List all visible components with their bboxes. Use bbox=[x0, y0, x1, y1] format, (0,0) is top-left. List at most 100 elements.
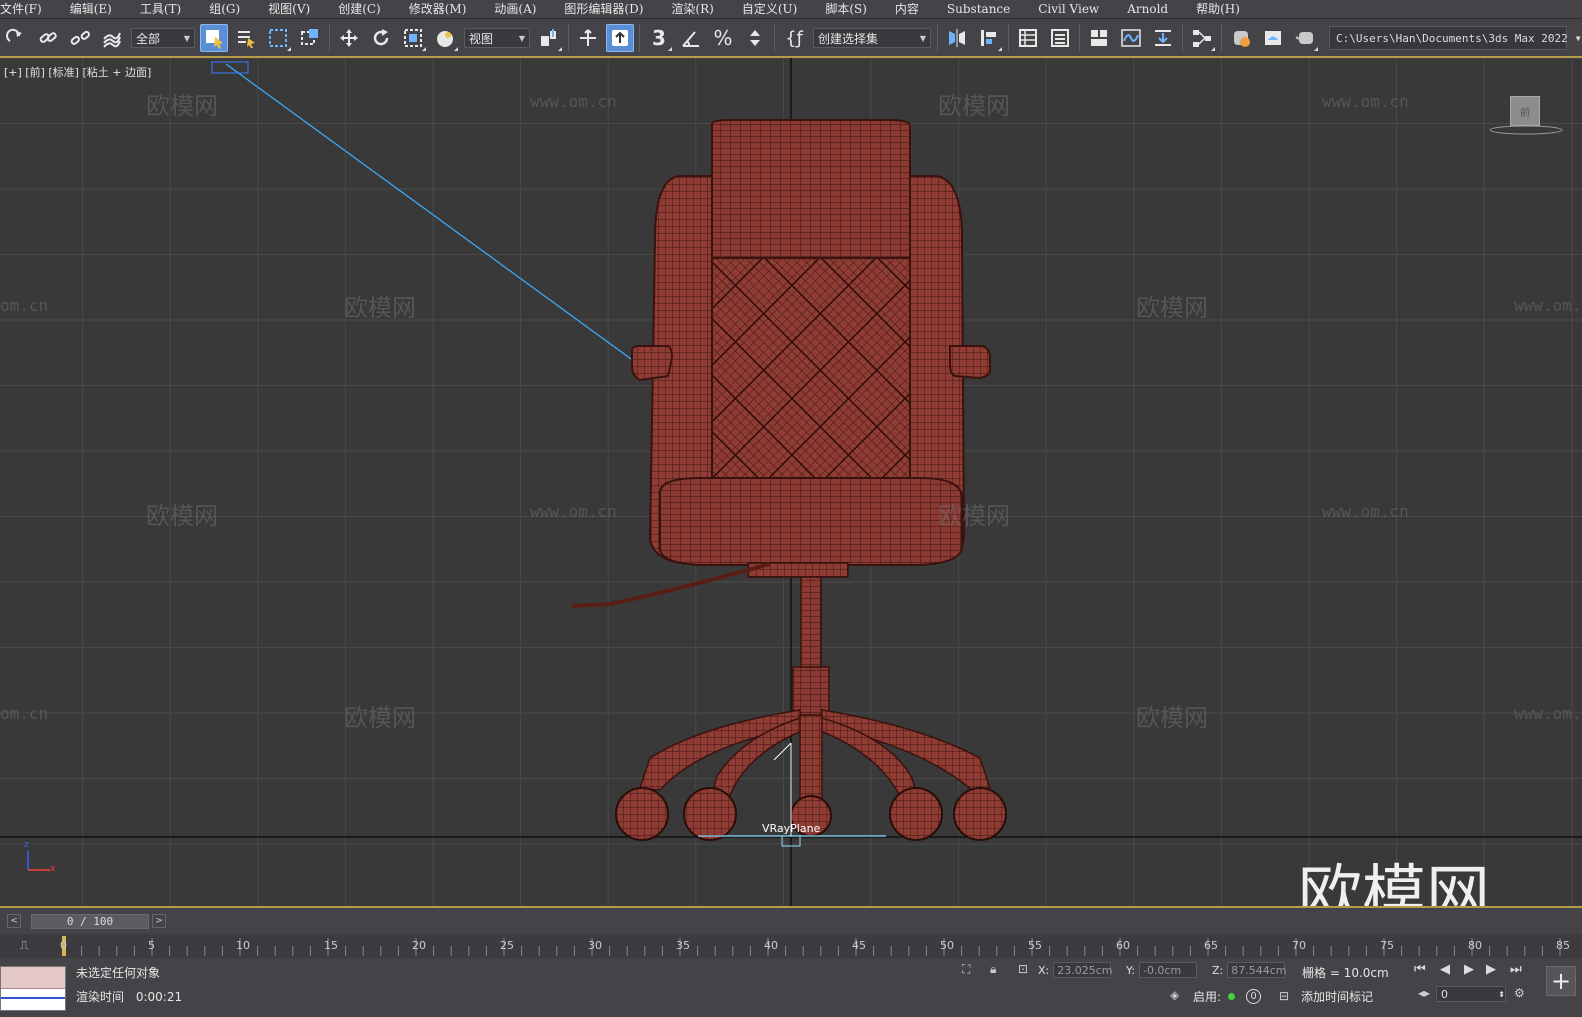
rect-selection-region-icon[interactable] bbox=[264, 24, 292, 52]
named-selection-dropdown[interactable]: 创建选择集 ▼ bbox=[813, 28, 931, 48]
menu-item-14[interactable]: Civil View bbox=[1024, 0, 1113, 19]
menu-item-9[interactable]: 渲染(R) bbox=[657, 0, 727, 19]
viewport-label[interactable]: [+] [前] [标准] [粘土 + 边面] bbox=[4, 64, 151, 80]
menu-item-4[interactable]: 视图(V) bbox=[254, 0, 324, 19]
edit-named-selection-icon[interactable]: {ƒ bbox=[780, 24, 808, 52]
timeline-tick-label: 20 bbox=[412, 939, 426, 952]
prev-frame-icon[interactable]: ◀︎ bbox=[1440, 962, 1450, 977]
place-icon[interactable] bbox=[431, 24, 459, 52]
toolbar-separator bbox=[1182, 24, 1183, 52]
time-slider-thumb[interactable]: 0 / 100 bbox=[31, 913, 149, 929]
project-path-field[interactable]: C:\Users\Han\Documents\3ds Max 2022 ▼ bbox=[1329, 26, 1581, 50]
select-by-name-icon[interactable] bbox=[232, 24, 260, 52]
goto-start-icon[interactable]: ⏮ bbox=[1414, 962, 1426, 977]
frame-counter: 0 / 100 bbox=[66, 914, 114, 928]
time-slider-next-button[interactable]: > bbox=[152, 914, 166, 928]
menu-item-16[interactable]: 帮助(H) bbox=[1182, 0, 1254, 19]
add-time-tag-button[interactable]: 添加时间标记 bbox=[1301, 988, 1373, 1005]
align-icon[interactable] bbox=[975, 24, 1003, 52]
move-icon[interactable] bbox=[335, 24, 363, 52]
front-viewport[interactable]: [+] [前] [标准] [粘土 + 边面] 前 欧模网 www.om.cn 欧… bbox=[0, 58, 1582, 906]
window-crossing-icon[interactable] bbox=[296, 24, 324, 52]
select-manipulate-icon[interactable] bbox=[574, 24, 602, 52]
watermark: 欧模网 bbox=[938, 502, 1010, 530]
menu-item-0[interactable]: 文件(F) bbox=[0, 0, 56, 19]
menu-item-5[interactable]: 创建(C) bbox=[324, 0, 395, 19]
watermark-url: www.om.cn bbox=[1514, 704, 1582, 723]
select-object-icon[interactable] bbox=[200, 24, 228, 52]
bind-spacewarp-icon[interactable] bbox=[98, 24, 126, 52]
adaptive-degradation-icon[interactable]: ◈ bbox=[1170, 988, 1179, 1002]
menu-item-12[interactable]: 内容 bbox=[881, 0, 933, 19]
mirror-icon[interactable] bbox=[943, 24, 971, 52]
frame-spinner-arrows-icon[interactable]: ◂▸ bbox=[1418, 986, 1430, 1000]
ribbon-toggle-icon[interactable] bbox=[1085, 24, 1113, 52]
scene-explorer-icon[interactable] bbox=[1014, 24, 1042, 52]
project-path: C:\Users\Han\Documents\3ds Max 2022 bbox=[1336, 31, 1568, 45]
link-icon[interactable] bbox=[34, 24, 62, 52]
key-count[interactable]: 0 bbox=[1246, 989, 1261, 1004]
menu-item-3[interactable]: 组(G) bbox=[195, 0, 254, 19]
scale-icon[interactable] bbox=[399, 24, 427, 52]
goto-end-icon[interactable]: ⏭ bbox=[1510, 962, 1522, 977]
spinner-snap-icon[interactable] bbox=[741, 24, 769, 52]
watermark-url: www.om.cn bbox=[1322, 502, 1409, 521]
mini-curve-editor-icon[interactable]: ⎍ bbox=[20, 938, 28, 953]
keyboard-shortcut-override-icon[interactable] bbox=[606, 24, 634, 52]
render-time-value: 0:00:21 bbox=[135, 990, 183, 1004]
y-input[interactable]: -0.0cm bbox=[1138, 962, 1197, 978]
reference-coord-dropdown[interactable]: 视图 ▼ bbox=[464, 28, 530, 48]
timeline-tick-label: 75 bbox=[1380, 939, 1394, 952]
watermark-url: www.om.cn bbox=[530, 92, 617, 111]
dope-sheet-icon[interactable] bbox=[1149, 24, 1177, 52]
x-input[interactable]: 23.025cm bbox=[1053, 962, 1113, 978]
layer-explorer-icon[interactable] bbox=[1046, 24, 1074, 52]
render-setup-icon[interactable] bbox=[1227, 24, 1255, 52]
time-config-icon[interactable]: ⚙︎ bbox=[1514, 986, 1525, 1000]
schematic-view-icon[interactable] bbox=[1188, 24, 1216, 52]
viewcube[interactable]: 前 bbox=[1510, 96, 1540, 126]
absolute-mode-icon[interactable]: ⊡ bbox=[1018, 962, 1028, 976]
menu-item-2[interactable]: 工具(T) bbox=[126, 0, 195, 19]
menu-item-6[interactable]: 修改器(M) bbox=[395, 0, 481, 19]
main-toolbar: 全部 ▼ 视图 ▼ 3 % {ƒ 创建选择集 ▼ C:\Users\Han\Do… bbox=[0, 20, 1582, 58]
toolbar-separator bbox=[1221, 24, 1222, 52]
curve-editor-icon[interactable] bbox=[1117, 24, 1145, 52]
menu-item-1[interactable]: 编辑(E) bbox=[56, 0, 126, 19]
snaps-toggle-icon[interactable]: 3 bbox=[645, 24, 673, 52]
rotate-icon[interactable] bbox=[367, 24, 395, 52]
menu-item-7[interactable]: 动画(A) bbox=[480, 0, 550, 19]
time-tag-icon[interactable]: ⊟ bbox=[1279, 989, 1289, 1003]
menu-item-10[interactable]: 自定义(U) bbox=[728, 0, 811, 19]
percent-snap-icon[interactable]: % bbox=[709, 24, 737, 52]
menu-item-8[interactable]: 图形编辑器(D) bbox=[550, 0, 657, 19]
toolbar-separator bbox=[1008, 24, 1009, 52]
create-key-icon[interactable]: + bbox=[1546, 966, 1576, 996]
pivot-center-icon[interactable] bbox=[535, 24, 563, 52]
watermark: 欧模网 bbox=[1136, 294, 1208, 322]
next-frame-icon[interactable]: ▶︎ bbox=[1486, 962, 1496, 977]
timeline-tick-label: 70 bbox=[1292, 939, 1306, 952]
time-slider-prev-button[interactable]: < bbox=[7, 914, 21, 928]
selection-lock-icon[interactable]: 🔒︎ bbox=[990, 962, 996, 977]
redo-icon[interactable] bbox=[2, 24, 30, 52]
logo-watermark: 欧模网 bbox=[1298, 859, 1490, 906]
render-production-icon[interactable] bbox=[1291, 24, 1319, 52]
angle-snap-icon[interactable] bbox=[677, 24, 705, 52]
menu-item-15[interactable]: Arnold bbox=[1113, 0, 1182, 19]
z-coordinate: Z: 87.544cm bbox=[1212, 962, 1287, 978]
z-input[interactable]: 87.544cm bbox=[1227, 962, 1287, 978]
track-bar[interactable]: ⎍ 0 5 10 15 20 25 30 35 40 45 50 55 60 65 70 75 80 85 bbox=[0, 934, 1582, 958]
y-coordinate: Y: -0.0cm bbox=[1126, 962, 1197, 978]
current-frame-field[interactable]: 0 ⬍ bbox=[1436, 986, 1506, 1002]
timeline-tick-label: 0 bbox=[60, 939, 67, 952]
unlink-icon[interactable] bbox=[66, 24, 94, 52]
menu-item-11[interactable]: 脚本(S) bbox=[811, 0, 881, 19]
chevron-down-icon: ▼ bbox=[1575, 33, 1581, 43]
menu-item-13[interactable]: Substance bbox=[933, 0, 1024, 19]
rendered-frame-window-icon[interactable] bbox=[1259, 24, 1287, 52]
play-icon[interactable]: ▶︎ bbox=[1464, 962, 1474, 977]
maxscript-mini-listener[interactable] bbox=[0, 966, 66, 1011]
isolate-selection-icon[interactable]: ⛶ bbox=[962, 962, 970, 977]
selection-filter-dropdown[interactable]: 全部 ▼ bbox=[131, 28, 195, 48]
